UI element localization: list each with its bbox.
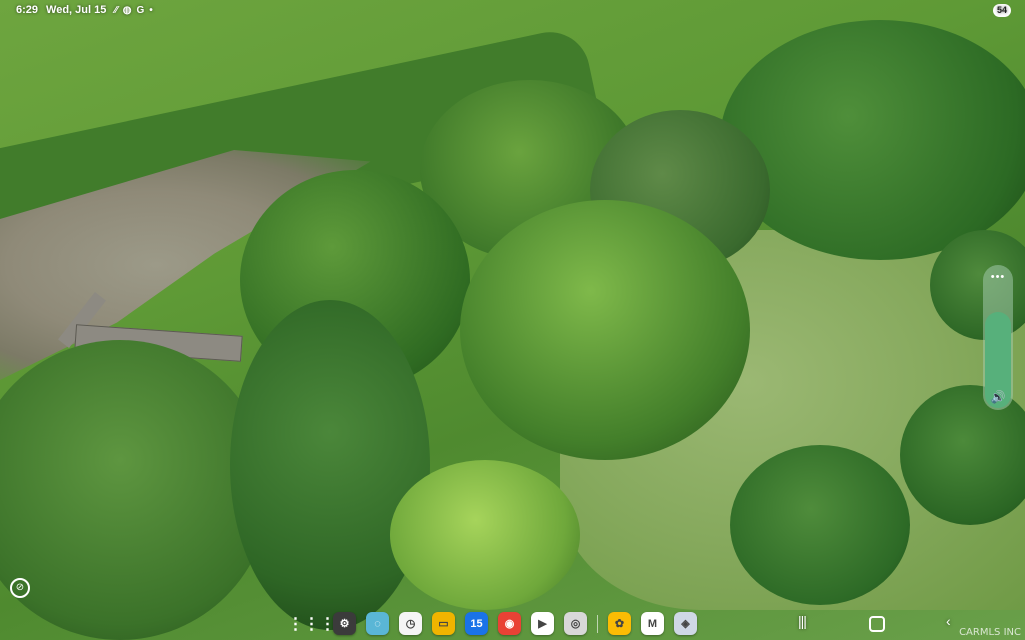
- camera-icon[interactable]: ◎: [564, 612, 587, 635]
- google-icon: G: [136, 4, 145, 16]
- volume-panel[interactable]: ••• 🔊: [983, 265, 1013, 410]
- gallery-icon[interactable]: ◈: [674, 612, 697, 635]
- taskbar-divider: [597, 614, 598, 633]
- back-button[interactable]: ‹: [946, 613, 951, 629]
- chrome-icon[interactable]: ◉: [498, 612, 521, 635]
- home-button[interactable]: [869, 616, 885, 632]
- clock-icon[interactable]: ◷: [399, 612, 422, 635]
- compass-icon[interactable]: ⊘: [10, 578, 30, 598]
- gmail-icon[interactable]: M: [641, 612, 664, 635]
- taskbar-apps: ⋮⋮⋮ ⚙ ◌ ◷ ▭ 15 ◉ ▶ ◎ ✿ M ◈: [288, 612, 697, 635]
- tree-canopy: [720, 20, 1025, 260]
- taskbar: ⋮⋮⋮ ⚙ ◌ ◷ ▭ 15 ◉ ▶ ◎ ✿ M ◈ ||| ‹ CARMLS INC: [0, 606, 1025, 640]
- settings-icon[interactable]: ⚙: [333, 612, 356, 635]
- aerial-photo-background: [0, 0, 1025, 640]
- calendar-icon[interactable]: 15: [465, 612, 488, 635]
- tree-canopy: [730, 445, 910, 605]
- files-icon[interactable]: ▭: [432, 612, 455, 635]
- app-drawer-icon[interactable]: ⋮⋮⋮: [288, 612, 336, 635]
- battery-indicator: 54: [992, 4, 1011, 17]
- status-date: Wed, Jul 15: [46, 4, 107, 16]
- messages-icon[interactable]: ◌: [366, 612, 389, 635]
- status-time: 6:29: [16, 4, 39, 16]
- recent-apps-button[interactable]: |||: [798, 613, 807, 629]
- signal-icon: ⁄⁄: [114, 4, 118, 16]
- watermark: CARMLS INC: [959, 627, 1021, 638]
- tree-canopy: [390, 460, 580, 610]
- speaker-icon[interactable]: 🔊: [983, 390, 1013, 404]
- dot-icon: •: [149, 4, 153, 16]
- messenger-icon: ◍: [122, 4, 132, 16]
- photos-icon[interactable]: ✿: [608, 612, 631, 635]
- status-bar: 6:29 Wed, Jul 15 ⁄⁄ ◍ G • 54: [0, 0, 1025, 22]
- volume-more-button[interactable]: •••: [983, 271, 1013, 283]
- play-store-icon[interactable]: ▶: [531, 612, 554, 635]
- notification-icons: ⁄⁄ ◍ G •: [114, 5, 152, 16]
- tree-canopy: [230, 300, 430, 630]
- tree-canopy: [460, 200, 750, 460]
